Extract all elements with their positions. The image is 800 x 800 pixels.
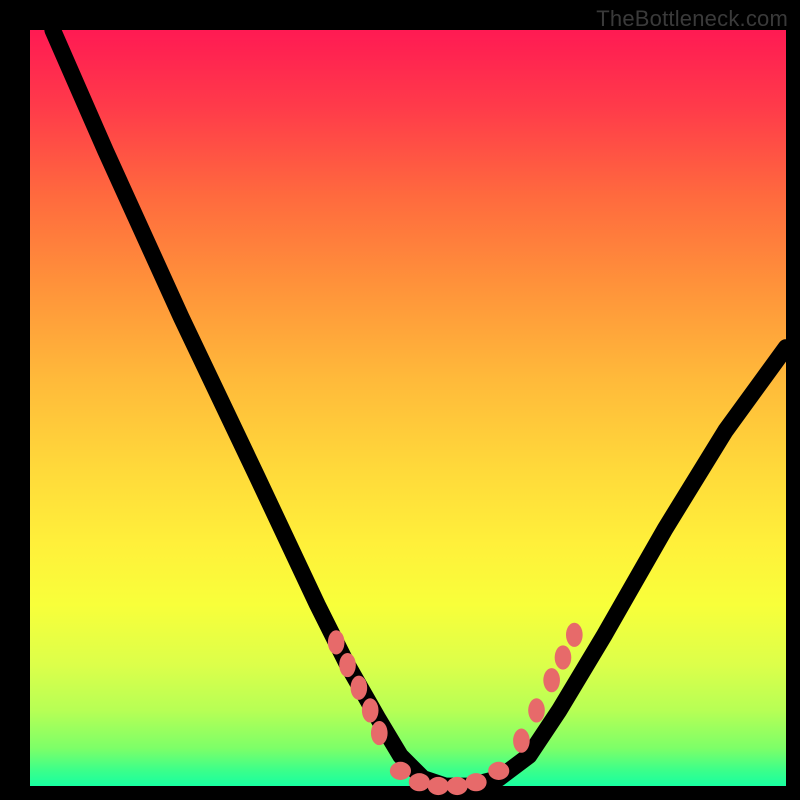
marker — [362, 698, 379, 722]
marker — [555, 645, 572, 669]
marker — [339, 653, 356, 677]
marker — [465, 773, 486, 791]
chart-stage: TheBottleneck.com — [0, 0, 800, 800]
marker — [390, 762, 411, 780]
marker — [513, 729, 530, 753]
watermark-text: TheBottleneck.com — [596, 6, 788, 32]
marker — [351, 676, 368, 700]
marker — [428, 777, 449, 795]
bottleneck-curve — [53, 30, 786, 786]
marker — [409, 773, 430, 791]
marker — [328, 630, 345, 654]
marker — [447, 777, 468, 795]
marker — [566, 623, 583, 647]
marker — [488, 762, 509, 780]
chart-overlay — [30, 30, 786, 786]
marker — [371, 721, 388, 745]
marker — [528, 698, 545, 722]
marker — [543, 668, 560, 692]
marker-group — [328, 623, 583, 795]
